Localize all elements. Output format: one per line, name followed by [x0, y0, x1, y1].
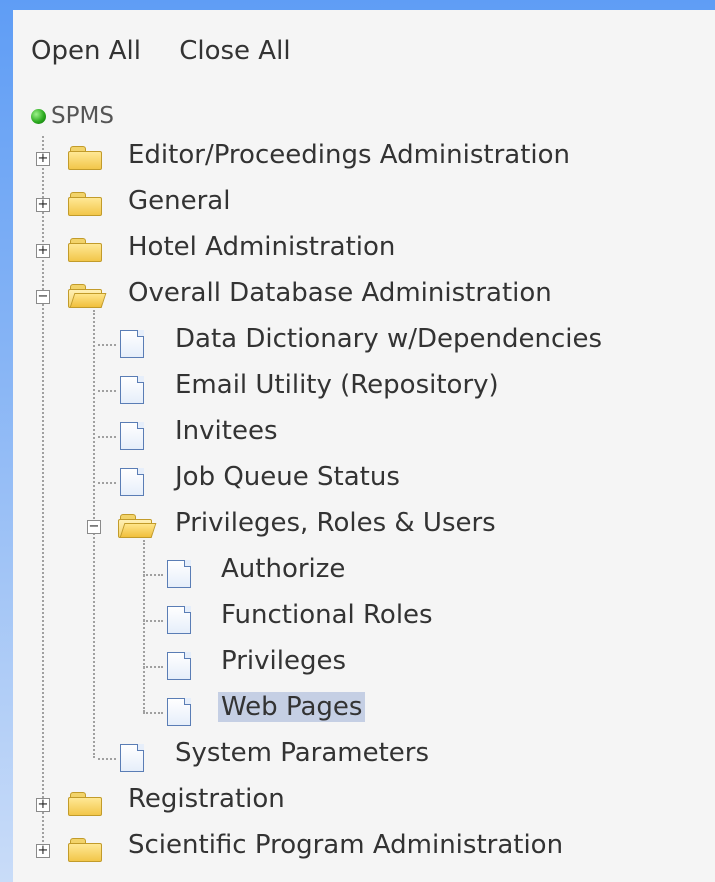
tree-hline: [143, 620, 163, 622]
close-all-link[interactable]: Close All: [179, 36, 290, 66]
tree-item-hotel[interactable]: Hotel Administration: [128, 232, 395, 262]
expand-plus-icon[interactable]: +: [36, 844, 50, 858]
document-icon: [167, 698, 191, 726]
open-folder-icon: [68, 284, 107, 308]
folder-icon: [68, 192, 102, 216]
tree-panel: Open All Close All SPMS + Editor/Proceed…: [13, 10, 715, 882]
tree-item-authorize[interactable]: Authorize: [221, 554, 345, 584]
tree-item-general[interactable]: General: [128, 186, 230, 216]
tree-item-privileges-roles-users[interactable]: Privileges, Roles & Users: [175, 508, 496, 538]
tree-item-data-dictionary[interactable]: Data Dictionary w/Dependencies: [175, 324, 602, 354]
document-icon: [120, 744, 144, 772]
tree-item-editor[interactable]: Editor/Proceedings Administration: [128, 140, 570, 170]
document-icon: [120, 376, 144, 404]
tree-item-invitees[interactable]: Invitees: [175, 416, 278, 446]
status-ball-icon: [31, 108, 46, 124]
tree-hline: [143, 666, 163, 668]
tree-root[interactable]: SPMS: [31, 96, 114, 136]
tree-item-overall[interactable]: Overall Database Administration: [128, 278, 552, 308]
tree-root-label: SPMS: [51, 103, 114, 129]
tree-hline: [143, 712, 163, 714]
folder-icon: [68, 238, 102, 262]
tree-item-system-parameters[interactable]: System Parameters: [175, 738, 429, 768]
tree-item-web-pages[interactable]: Web Pages: [218, 692, 366, 722]
document-icon: [167, 606, 191, 634]
tree-item-functional-roles[interactable]: Functional Roles: [221, 600, 433, 630]
folder-icon: [68, 146, 102, 170]
tree-hline: [143, 574, 163, 576]
tree-item-email-utility[interactable]: Email Utility (Repository): [175, 370, 499, 400]
tree-item-scientific[interactable]: Scientific Program Administration: [128, 830, 563, 860]
tree-item-registration[interactable]: Registration: [128, 784, 285, 814]
document-icon: [167, 652, 191, 680]
tree-hline: [98, 758, 116, 760]
tree-hline: [98, 344, 116, 346]
tree-hline: [98, 436, 116, 438]
expand-plus-icon[interactable]: +: [36, 198, 50, 212]
expand-plus-icon[interactable]: +: [36, 152, 50, 166]
expand-plus-icon[interactable]: +: [36, 798, 50, 812]
folder-icon: [68, 792, 102, 816]
tree-item-privileges[interactable]: Privileges: [221, 646, 346, 676]
document-icon: [167, 560, 191, 588]
toplinks: Open All Close All: [31, 36, 321, 66]
open-folder-icon: [118, 514, 157, 538]
tree-item-job-queue[interactable]: Job Queue Status: [175, 462, 400, 492]
expand-plus-icon[interactable]: +: [36, 244, 50, 258]
tree-hline: [98, 482, 116, 484]
tree-line-privs: [143, 540, 145, 712]
document-icon: [120, 422, 144, 450]
document-icon: [120, 330, 144, 358]
collapse-minus-icon[interactable]: −: [36, 290, 50, 304]
tree-hline: [98, 390, 116, 392]
collapse-minus-icon[interactable]: −: [87, 520, 101, 534]
open-all-link[interactable]: Open All: [31, 36, 141, 66]
folder-icon: [68, 838, 102, 862]
tree-line-overall: [93, 310, 95, 758]
document-icon: [120, 468, 144, 496]
